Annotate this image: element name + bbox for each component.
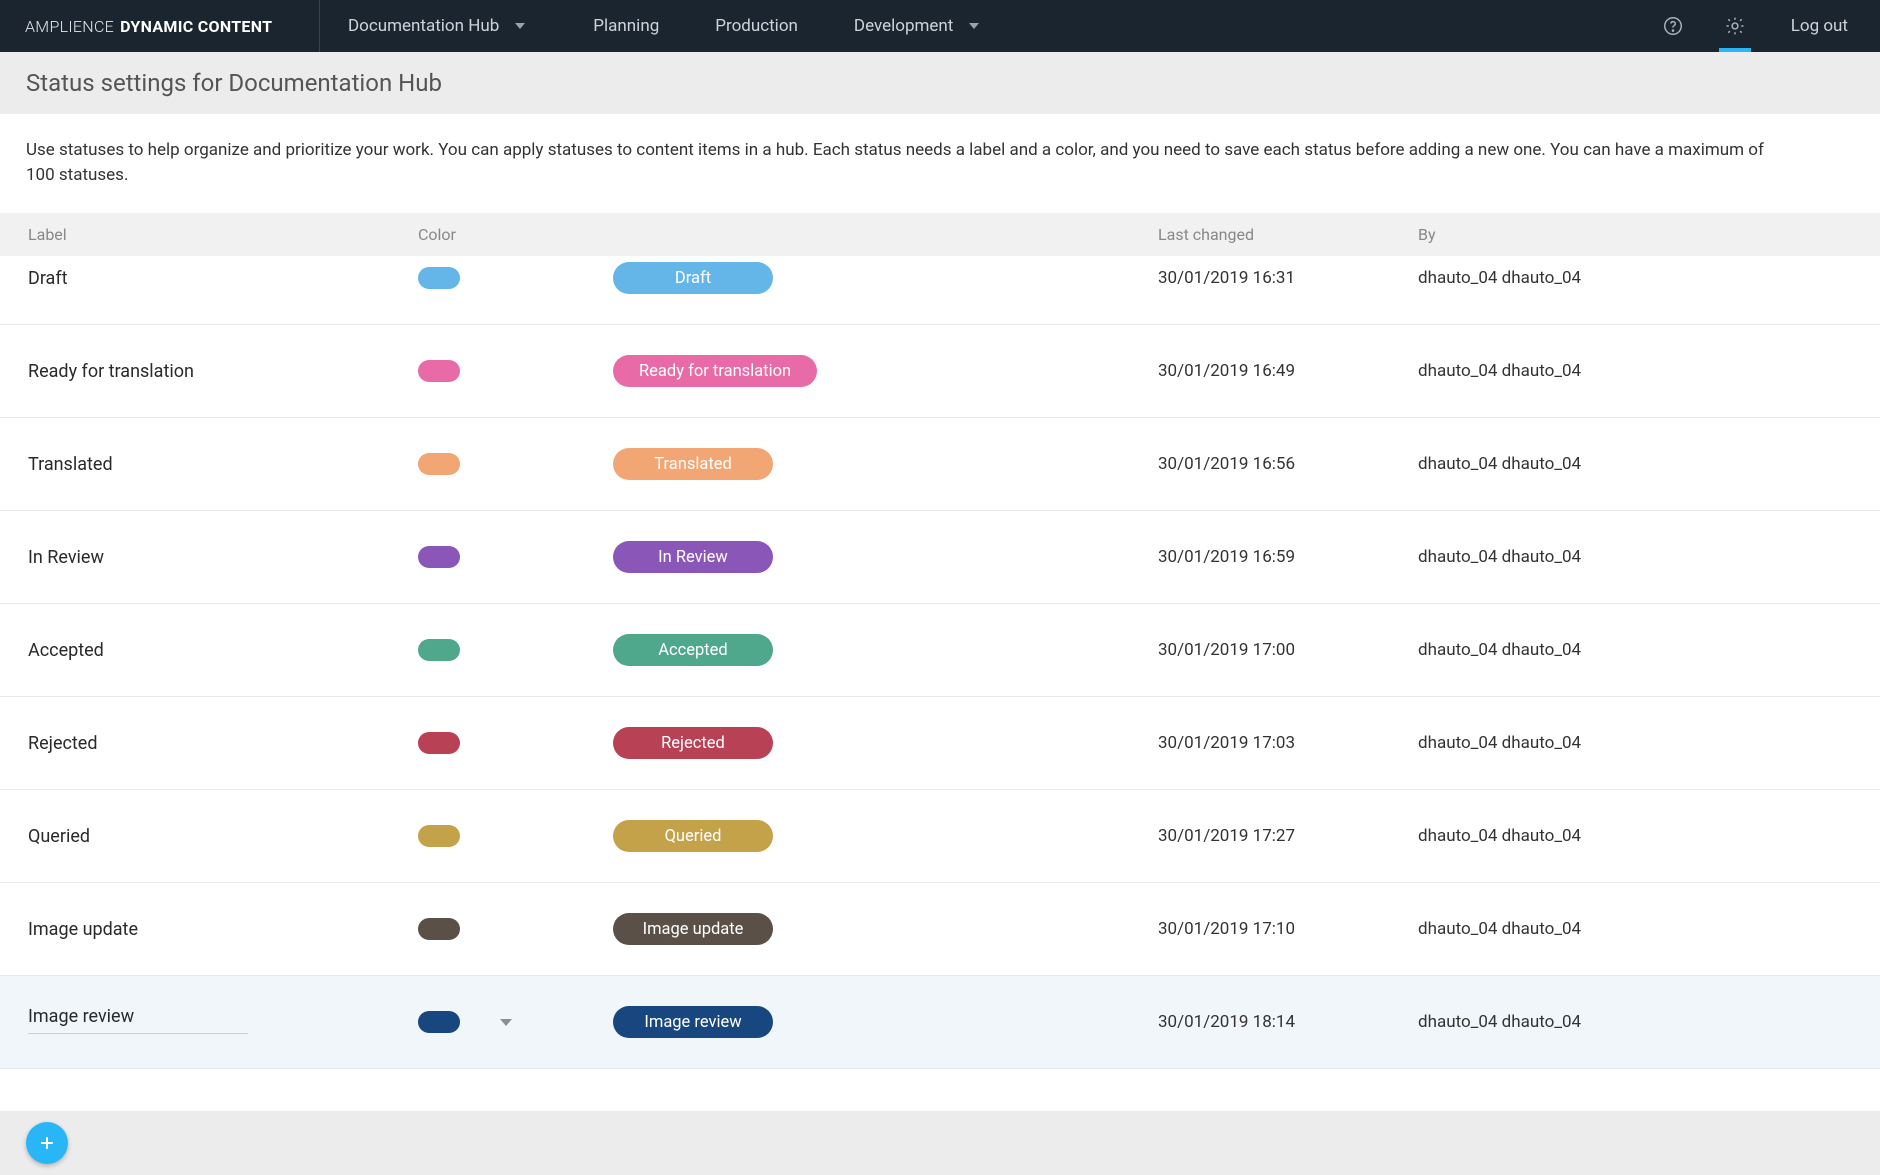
color-swatch (418, 918, 460, 940)
status-row[interactable]: Queried Queried 30/01/2019 17:27dhauto_04 … (0, 790, 1880, 883)
status-by: dhauto_04 dhauto_04 (1418, 454, 1880, 474)
status-last-changed: 30/01/2019 16:56 (1158, 454, 1418, 474)
status-label: Accepted (28, 640, 418, 661)
status-table-body: DraftDraft30/01/2019 16:31dhauto_04 dhau… (0, 256, 1880, 1096)
table-header: Label Color Last changed By (0, 213, 1880, 256)
status-label[interactable]: Image review (28, 1006, 418, 1038)
status-by: dhauto_04 dhauto_04 (1418, 733, 1880, 753)
hub-selector-label: Documentation Hub (348, 16, 499, 36)
status-label: Queried (28, 826, 418, 847)
col-label: Label (28, 225, 418, 244)
status-by: dhauto_04 dhauto_04 (1418, 919, 1880, 939)
status-row[interactable]: Image review Image review 30/01/2019 18:14… (0, 976, 1880, 1069)
add-status-button[interactable] (26, 1122, 68, 1164)
brand-light: AMPLIENCE (25, 17, 114, 36)
status-label: Ready for translation (28, 361, 418, 382)
status-chip: Translated (613, 448, 773, 480)
status-chip: Queried (613, 820, 773, 852)
status-label: Draft (28, 268, 418, 289)
color-swatch (418, 360, 460, 382)
status-row[interactable]: Image update Image update 30/01/2019 17:10… (0, 883, 1880, 976)
hub-selector[interactable]: Documentation Hub (320, 0, 565, 52)
status-last-changed: 30/01/2019 16:49 (1158, 361, 1418, 381)
status-label: Rejected (28, 733, 418, 754)
color-swatch (418, 1011, 460, 1033)
nav-planning[interactable]: Planning (565, 0, 687, 52)
nav-item-label: Production (715, 16, 798, 36)
status-label: Image update (28, 919, 418, 940)
page-intro: Use statuses to help organize and priori… (0, 114, 1820, 213)
status-color-picker[interactable] (418, 453, 613, 475)
color-swatch (418, 639, 460, 661)
settings-icon[interactable] (1715, 0, 1755, 52)
logout-link[interactable]: Log out (1777, 16, 1848, 36)
status-last-changed: 30/01/2019 17:27 (1158, 826, 1418, 846)
caret-down-icon (969, 23, 979, 29)
color-swatch (418, 267, 460, 289)
status-color-picker[interactable] (418, 360, 613, 382)
caret-down-icon (500, 1019, 512, 1026)
col-last: Last changed (1158, 225, 1418, 244)
status-chip: Rejected (613, 727, 773, 759)
status-by: dhauto_04 dhauto_04 (1418, 547, 1880, 567)
status-row[interactable]: Draft Draft 30/01/2019 16:31dhauto_04 dhau… (0, 256, 1880, 325)
help-icon[interactable] (1653, 0, 1693, 52)
status-by: dhauto_04 dhauto_04 (1418, 826, 1880, 846)
caret-down-icon (515, 23, 525, 29)
status-label: Translated (28, 454, 418, 475)
status-last-changed: 30/01/2019 18:14 (1158, 1012, 1418, 1032)
status-color-picker[interactable] (418, 825, 613, 847)
status-color-picker[interactable] (418, 546, 613, 568)
nav-development[interactable]: Development (826, 0, 1007, 52)
page-title: Status settings for Documentation Hub (0, 52, 1880, 114)
status-chip: Accepted (613, 634, 773, 666)
status-color-picker[interactable] (418, 1011, 613, 1033)
status-color-picker[interactable] (418, 639, 613, 661)
color-swatch (418, 825, 460, 847)
status-chip: Draft (613, 262, 773, 294)
nav-item-label: Planning (593, 16, 659, 36)
nav-item-label: Development (854, 16, 953, 36)
status-by: dhauto_04 dhauto_04 (1418, 268, 1880, 288)
status-row[interactable]: Rejected Rejected 30/01/2019 17:03dhauto_0… (0, 697, 1880, 790)
status-row[interactable]: Ready for translation Ready for translati… (0, 325, 1880, 418)
status-color-picker[interactable] (418, 267, 613, 289)
color-swatch (418, 453, 460, 475)
top-nav: AMPLIENCE DYNAMIC CONTENT Documentation H… (0, 0, 1880, 52)
col-by: By (1418, 225, 1880, 244)
status-row[interactable]: In Review In Review 30/01/2019 16:59dhauto… (0, 511, 1880, 604)
brand-bold: DYNAMIC CONTENT (120, 17, 272, 36)
status-label: In Review (28, 547, 418, 568)
col-color: Color (418, 225, 613, 244)
footer-bar (0, 1111, 1880, 1175)
status-color-picker[interactable] (418, 918, 613, 940)
status-chip: In Review (613, 541, 773, 573)
status-chip: Ready for translation (613, 355, 817, 387)
status-chip: Image review (613, 1006, 773, 1038)
status-last-changed: 30/01/2019 17:00 (1158, 640, 1418, 660)
status-by: dhauto_04 dhauto_04 (1418, 361, 1880, 381)
nav-production[interactable]: Production (687, 0, 826, 52)
status-last-changed: 30/01/2019 17:10 (1158, 919, 1418, 939)
status-chip: Image update (613, 913, 773, 945)
color-swatch (418, 732, 460, 754)
status-by: dhauto_04 dhauto_04 (1418, 640, 1880, 660)
status-row[interactable]: Translated Translated 30/01/2019 16:56dhau… (0, 418, 1880, 511)
brand[interactable]: AMPLIENCE DYNAMIC CONTENT (0, 0, 320, 52)
status-color-picker[interactable] (418, 732, 613, 754)
status-last-changed: 30/01/2019 17:03 (1158, 733, 1418, 753)
status-row[interactable]: Accepted Accepted 30/01/2019 17:00dhauto_0… (0, 604, 1880, 697)
status-last-changed: 30/01/2019 16:31 (1158, 268, 1418, 288)
status-last-changed: 30/01/2019 16:59 (1158, 547, 1418, 567)
status-by: dhauto_04 dhauto_04 (1418, 1012, 1880, 1032)
color-swatch (418, 546, 460, 568)
